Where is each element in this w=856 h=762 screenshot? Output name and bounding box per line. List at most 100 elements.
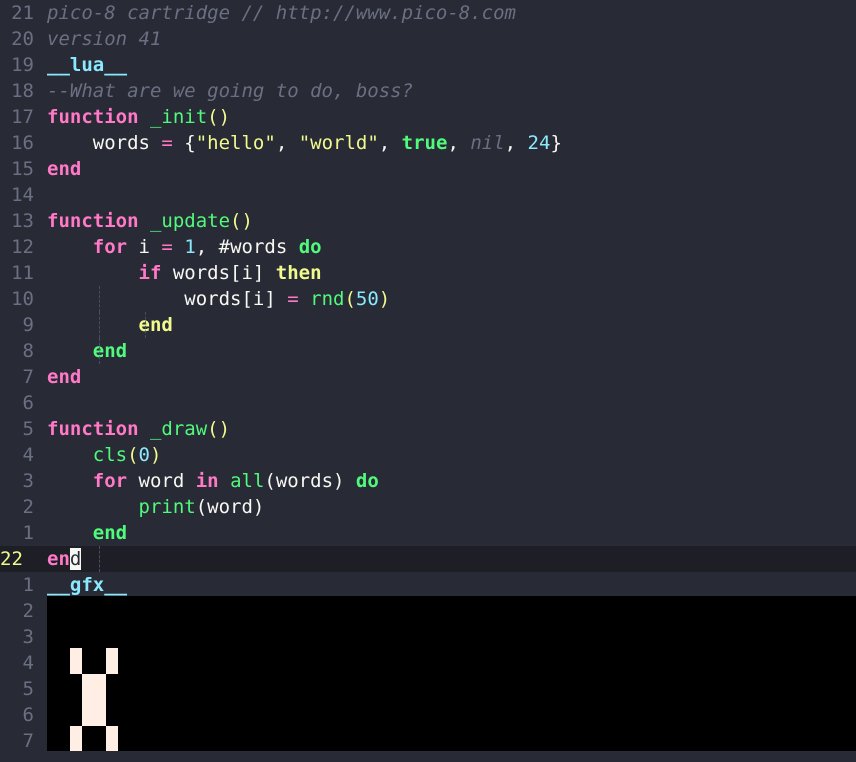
code-token: 24 [527, 132, 551, 154]
code-line[interactable]: 9 end [0, 312, 856, 338]
code-token: 1 [184, 236, 196, 258]
code-line[interactable]: 1 __gfx__ [0, 572, 856, 598]
code-line[interactable]: 8 end [0, 338, 856, 364]
code-editor[interactable]: 21 pico-8 cartridge // http://www.pico-8.… [0, 0, 856, 762]
indent-guide [98, 312, 100, 338]
sprite-pixel [70, 726, 82, 751]
code-line[interactable]: 18 --What are we going to do, boss? [0, 78, 856, 104]
code-token: , [378, 132, 402, 154]
code-text: for word in all(words) do [47, 468, 379, 494]
code-token: _init [149, 106, 208, 128]
code-token: function [47, 210, 139, 232]
code-token: () [207, 106, 231, 128]
code-token: , [447, 132, 471, 154]
code-line[interactable]: 2 print(word) [0, 494, 856, 520]
code-line[interactable]: 12 for i = 1, #words do [0, 234, 856, 260]
line-number: 13 [11, 210, 34, 232]
code-token: "world" [298, 132, 379, 154]
line-number: 15 [11, 158, 34, 180]
code-token: (words) [264, 470, 356, 492]
line-number: 6 [22, 392, 34, 414]
code-token: _draw [149, 418, 208, 440]
line-number: 17 [11, 106, 34, 128]
sprite-pixel [70, 648, 82, 674]
code-line[interactable]: 3 for word in all(words) do [0, 468, 856, 494]
code-line[interactable]: 14 [0, 182, 856, 208]
code-token: end [47, 158, 82, 180]
code-line[interactable]: 21 pico-8 cartridge // http://www.pico-8.… [0, 0, 856, 26]
code-line[interactable]: 17 function _init() [0, 104, 856, 130]
line-number: 18 [11, 80, 34, 102]
code-token: , #words [195, 236, 299, 258]
line-number: 3 [22, 470, 34, 492]
code-line[interactable]: 16 words = {"hello", "world", true, nil,… [0, 130, 856, 156]
code-token: , [275, 132, 299, 154]
line-number: 11 [11, 262, 34, 284]
code-text: function _draw() [47, 416, 230, 442]
code-token: word [127, 470, 196, 492]
line-number: 3 [22, 626, 34, 648]
sprite-pixel [106, 648, 118, 674]
code-line[interactable]: 4 cls(0) [0, 442, 856, 468]
code-line[interactable]: 1 end [0, 520, 856, 546]
code-line[interactable]: 5 function _draw() [0, 416, 856, 442]
code-line[interactable]: 10 words[i] = rnd(50) [0, 286, 856, 312]
code-token: all [230, 470, 265, 492]
code-token: (word) [195, 496, 265, 518]
code-token: rnd [310, 288, 345, 310]
code-token: { [172, 132, 196, 154]
current-line[interactable]: 22 end [0, 546, 856, 572]
line-number: 1 [22, 574, 34, 596]
line-number: 12 [11, 236, 34, 258]
code-line[interactable]: 6 [0, 390, 856, 416]
line-number: 6 [22, 704, 34, 726]
code-token: ( [127, 444, 139, 466]
code-token: words[i] [161, 262, 276, 284]
indent-guide [98, 338, 100, 364]
code-text: version 41 [47, 26, 161, 52]
code-text: for i = 1, #words do [47, 234, 322, 260]
code-token: in [195, 470, 219, 492]
line-number: 22 [0, 548, 23, 570]
code-text: print(word) [47, 494, 265, 520]
code-line[interactable]: 15 end [0, 156, 856, 182]
code-text: cls(0) [47, 442, 162, 468]
code-line[interactable]: 7 end [0, 364, 856, 390]
line-number: 5 [22, 418, 34, 440]
line-number: 2 [22, 496, 34, 518]
code-token: __lua__ [47, 54, 128, 76]
code-token: ) [150, 444, 162, 466]
line-number: 4 [22, 444, 34, 466]
code-line[interactable]: 19 __lua__ [0, 52, 856, 78]
code-token: nil [470, 132, 505, 154]
line-number: 19 [11, 54, 34, 76]
code-token: () [230, 210, 253, 232]
code-text: words = {"hello", "world", true, nil, 24… [47, 130, 562, 156]
text-cursor: d [69, 548, 82, 570]
code-token: () [207, 418, 231, 440]
code-line[interactable]: 20 version 41 [0, 26, 856, 52]
code-line[interactable]: 13 function _update() [0, 208, 856, 234]
code-text: end [47, 546, 82, 572]
line-number: 2 [22, 600, 34, 622]
code-token: ) [378, 288, 391, 310]
line-number: 5 [22, 678, 34, 700]
code-token: true [401, 132, 448, 154]
code-line[interactable]: 11 if words[i] then [0, 260, 856, 286]
gfx-sprite-canvas[interactable] [47, 596, 856, 751]
code-text: --What are we going to do, boss? [47, 78, 413, 104]
indent-guide [144, 312, 146, 338]
code-token: end [92, 522, 128, 544]
line-number: 14 [11, 184, 34, 206]
code-token: function [47, 418, 139, 440]
code-token: = [161, 132, 173, 154]
